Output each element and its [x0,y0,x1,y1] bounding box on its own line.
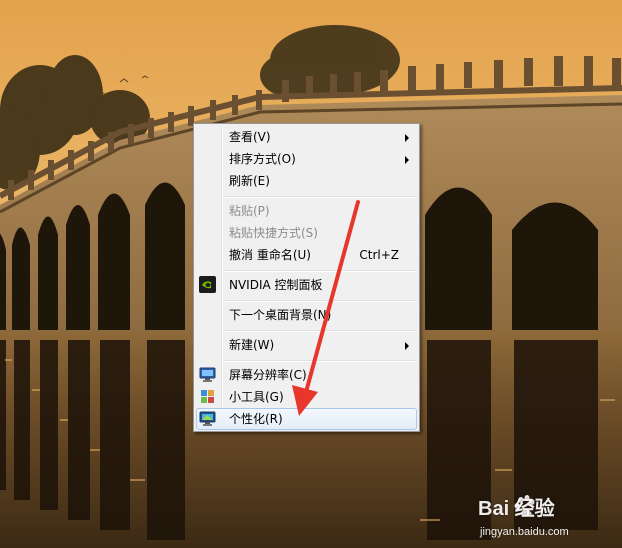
baidu-jingyan-watermark: Bai 经验 jingyan.baidu.com [458,492,618,546]
menu-item-new[interactable]: 新建(W) [196,334,417,356]
menu-item-label: 屏幕分辨率(C) [229,368,307,382]
menu-item-screen-resolution[interactable]: 屏幕分辨率(C) [196,364,417,386]
menu-item-label: 个性化(R) [229,412,283,426]
menu-item-personalize[interactable]: 个性化(R) [196,408,417,430]
watermark-url: jingyan.baidu.com [480,526,569,538]
menu-item-next-desktop-background[interactable]: 下一个桌面背景(N) [196,304,417,326]
menu-item-label: NVIDIA 控制面板 [229,278,323,292]
menu-item-gadgets[interactable]: 小工具(G) [196,386,417,408]
menu-item-paste[interactable]: 粘贴(P) [196,200,417,222]
submenu-arrow-icon [405,156,409,164]
submenu-arrow-icon [405,134,409,142]
menu-item-undo-rename[interactable]: 撤消 重命名(U) Ctrl+Z [196,244,417,266]
menu-item-label: 小工具(G) [229,390,284,404]
menu-item-paste-shortcut[interactable]: 粘贴快捷方式(S) [196,222,417,244]
menu-item-nvidia-control-panel[interactable]: NVIDIA 控制面板 [196,274,417,296]
menu-separator [224,360,417,362]
menu-separator [224,330,417,332]
menu-item-label: 新建(W) [229,338,275,352]
monitor-icon [199,367,216,382]
menu-item-label: 排序方式(O) [229,152,296,166]
menu-item-sort-by[interactable]: 排序方式(O) [196,148,417,170]
menu-item-label: 粘贴快捷方式(S) [229,226,318,240]
menu-item-label: 下一个桌面背景(N) [229,308,332,322]
menu-separator [224,300,417,302]
gadgets-icon [201,390,214,403]
personalize-icon [199,411,216,426]
watermark-brand: Bai 经验 [478,498,555,520]
nvidia-icon [199,276,216,293]
desktop-context-menu: 查看(V) 排序方式(O) 刷新(E) 粘贴(P) 粘贴快捷方式(S) 撤消 重… [193,123,420,432]
menu-item-label: 查看(V) [229,130,271,144]
menu-item-label: 粘贴(P) [229,204,270,218]
menu-item-label: 撤消 重命名(U) [229,248,311,262]
menu-item-view[interactable]: 查看(V) [196,126,417,148]
desktop[interactable]: 查看(V) 排序方式(O) 刷新(E) 粘贴(P) 粘贴快捷方式(S) 撤消 重… [0,0,622,548]
menu-separator [224,270,417,272]
menu-item-refresh[interactable]: 刷新(E) [196,170,417,192]
menu-item-label: 刷新(E) [229,174,270,188]
menu-item-shortcut: Ctrl+Z [359,248,399,262]
menu-separator [224,196,417,198]
submenu-arrow-icon [405,342,409,350]
